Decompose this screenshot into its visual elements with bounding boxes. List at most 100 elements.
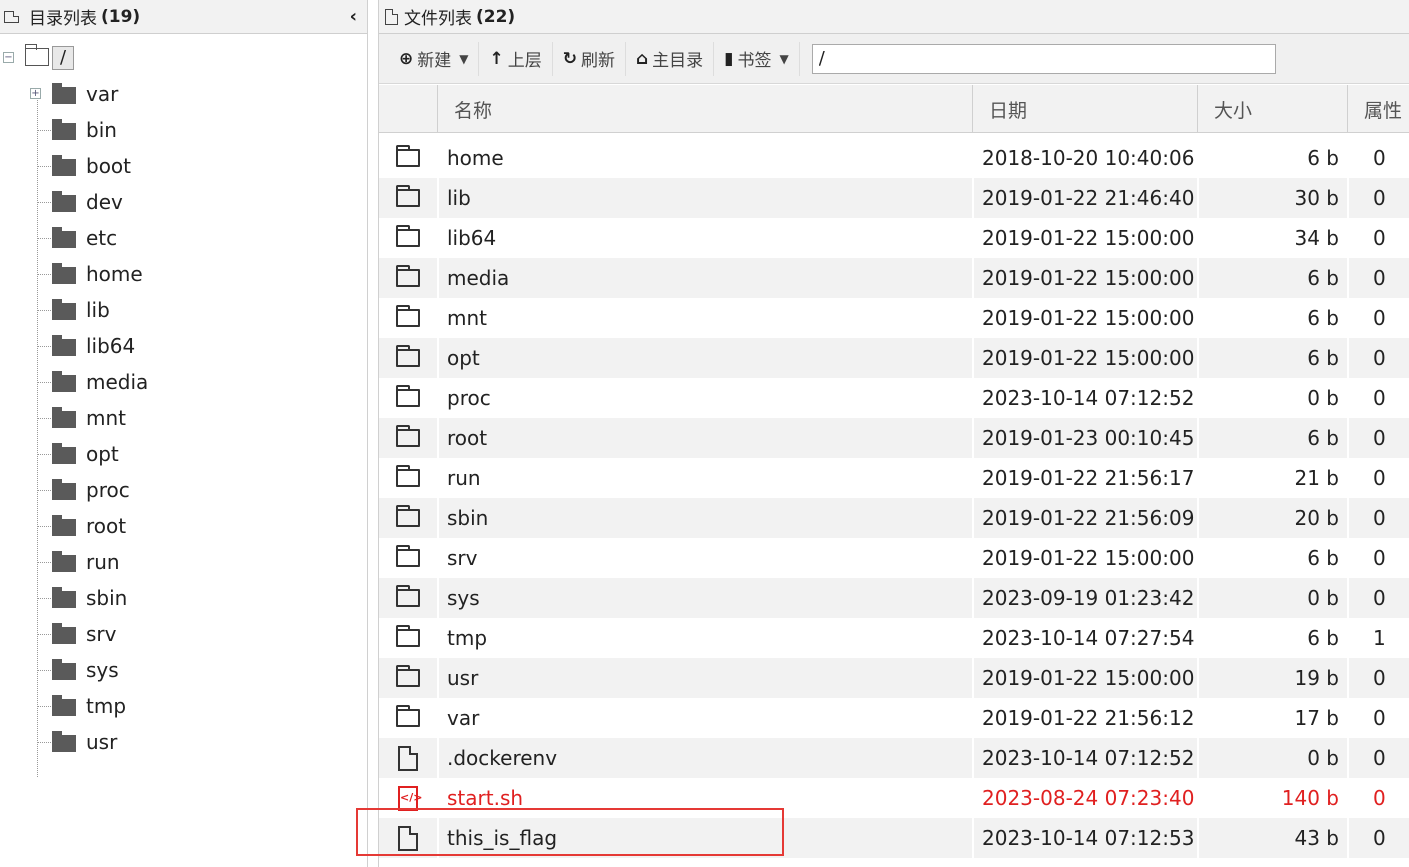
tree-root-label[interactable]: / xyxy=(52,46,74,70)
directory-count: (19) xyxy=(101,6,141,27)
home-button[interactable]: ⌂ 主目录 xyxy=(626,41,715,76)
file-attr: 0 xyxy=(1347,738,1409,778)
directory-panel-header: 目录列表 (19) ‹ xyxy=(0,0,367,34)
file-name[interactable]: srv xyxy=(437,538,972,578)
collapse-toggle-icon[interactable]: − xyxy=(3,52,14,63)
file-name[interactable]: run xyxy=(437,458,972,498)
tree-item-run[interactable]: run xyxy=(0,544,367,580)
folder-outline-icon xyxy=(4,10,19,23)
file-name[interactable]: home xyxy=(437,138,972,178)
file-name[interactable]: sys xyxy=(437,578,972,618)
file-size: 6 b xyxy=(1197,538,1347,578)
file-name[interactable]: start.sh xyxy=(437,778,972,818)
folder-icon xyxy=(52,190,76,212)
folder-icon xyxy=(396,145,420,167)
file-row[interactable]: usr 2019-01-22 15:00:00 19 b0 xyxy=(379,658,1409,698)
tree-item-root[interactable]: root xyxy=(0,508,367,544)
header-name[interactable]: 名称 xyxy=(437,85,972,133)
tree-item-tmp[interactable]: tmp xyxy=(0,688,367,724)
file-name[interactable]: media xyxy=(437,258,972,298)
tree-root[interactable]: − / xyxy=(0,40,367,76)
folder-icon xyxy=(52,694,76,716)
file-name[interactable]: this_is_flag xyxy=(437,818,972,858)
file-attr: 0 xyxy=(1347,578,1409,618)
tree-item-opt[interactable]: opt xyxy=(0,436,367,472)
file-name[interactable]: root xyxy=(437,418,972,458)
file-row[interactable]: mnt 2019-01-22 15:00:00 6 b0 xyxy=(379,298,1409,338)
file-name[interactable]: .dockerenv xyxy=(437,738,972,778)
tree-item-etc[interactable]: etc xyxy=(0,220,367,256)
tree-item-bin[interactable]: bin xyxy=(0,112,367,148)
file-name[interactable]: lib64 xyxy=(437,218,972,258)
up-button-label: 上层 xyxy=(507,51,542,71)
tree-item-var[interactable]: + var xyxy=(0,76,367,112)
tree-item-home[interactable]: home xyxy=(0,256,367,292)
new-button[interactable]: ⊕ 新建 ▼ xyxy=(389,41,480,76)
file-row[interactable]: sys 2023-09-19 01:23:42 0 b0 xyxy=(379,578,1409,618)
bookmark-button[interactable]: ▮ 书签 ▼ xyxy=(714,41,800,76)
header-date[interactable]: 日期 xyxy=(972,85,1197,133)
file-row[interactable]: lib64 2019-01-22 15:00:00 34 b0 xyxy=(379,218,1409,258)
tree-item-label: home xyxy=(86,262,143,286)
tree-item-sbin[interactable]: sbin xyxy=(0,580,367,616)
file-name[interactable]: mnt xyxy=(437,298,972,338)
file-row[interactable]: lib 2019-01-22 21:46:40 30 b0 xyxy=(379,178,1409,218)
file-row[interactable]: media 2019-01-22 15:00:00 6 b0 xyxy=(379,258,1409,298)
tree-connector xyxy=(37,562,51,563)
file-name[interactable]: proc xyxy=(437,378,972,418)
chevron-left-icon[interactable]: ‹ xyxy=(350,6,357,27)
file-row[interactable]: opt 2019-01-22 15:00:00 6 b0 xyxy=(379,338,1409,378)
file-size: 20 b xyxy=(1197,498,1347,538)
folder-icon xyxy=(52,478,76,500)
file-name[interactable]: lib xyxy=(437,178,972,218)
folder-icon xyxy=(52,118,76,140)
folder-icon xyxy=(396,425,420,447)
file-row[interactable]: proc 2023-10-14 07:12:52 0 b0 xyxy=(379,378,1409,418)
tree-connector xyxy=(37,346,51,347)
tree-connector xyxy=(37,310,51,311)
file-row[interactable]: root 2019-01-23 00:10:45 6 b0 xyxy=(379,418,1409,458)
path-input[interactable] xyxy=(811,43,1276,74)
tree-item-label: boot xyxy=(86,154,132,178)
folder-icon xyxy=(396,545,420,567)
tree-item-proc[interactable]: proc xyxy=(0,472,367,508)
file-row[interactable]: tmp 2023-10-14 07:27:54 6 b1 xyxy=(379,618,1409,658)
file-name[interactable]: opt xyxy=(437,338,972,378)
tree-item-dev[interactable]: dev xyxy=(0,184,367,220)
tree-item-lib[interactable]: lib xyxy=(0,292,367,328)
file-name[interactable]: tmp xyxy=(437,618,972,658)
file-name[interactable]: sbin xyxy=(437,498,972,538)
row-icon-cell xyxy=(379,378,437,418)
row-icon-cell xyxy=(379,538,437,578)
tree-item-media[interactable]: media xyxy=(0,364,367,400)
folder-icon xyxy=(396,185,420,207)
tree-item-srv[interactable]: srv xyxy=(0,616,367,652)
header-size[interactable]: 大小 xyxy=(1197,85,1347,133)
expand-toggle-icon[interactable]: + xyxy=(30,88,41,99)
file-row[interactable]: .dockerenv 2023-10-14 07:12:52 0 b0 xyxy=(379,738,1409,778)
tree-item-boot[interactable]: boot xyxy=(0,148,367,184)
file-name[interactable]: var xyxy=(437,698,972,738)
file-attr: 0 xyxy=(1347,818,1409,858)
up-button[interactable]: ↑ 上层 xyxy=(479,41,553,76)
tree-item-lib64[interactable]: lib64 xyxy=(0,328,367,364)
refresh-button[interactable]: ↻ 刷新 xyxy=(553,41,626,76)
file-row[interactable]: home 2018-10-20 10:40:06 6 b0 xyxy=(379,138,1409,178)
file-date: 2019-01-22 21:56:12 xyxy=(972,698,1197,738)
file-row[interactable]: srv 2019-01-22 15:00:00 6 b0 xyxy=(379,538,1409,578)
file-size: 6 b xyxy=(1197,338,1347,378)
tree-item-mnt[interactable]: mnt xyxy=(0,400,367,436)
header-attr[interactable]: 属性 xyxy=(1347,85,1409,133)
file-row[interactable]: run 2019-01-22 21:56:17 21 b0 xyxy=(379,458,1409,498)
file-row[interactable]: </> start.sh 2023-08-24 07:23:40 140 b0 xyxy=(379,778,1409,818)
tree-item-sys[interactable]: sys xyxy=(0,652,367,688)
file-row[interactable]: sbin 2019-01-22 21:56:09 20 b0 xyxy=(379,498,1409,538)
row-icon-cell xyxy=(379,658,437,698)
file-row[interactable]: this_is_flag 2023-10-14 07:12:53 43 b0 xyxy=(379,818,1409,858)
file-date: 2019-01-22 15:00:00 xyxy=(972,218,1197,258)
file-name[interactable]: usr xyxy=(437,658,972,698)
file-row[interactable]: var 2019-01-22 21:56:12 17 b0 xyxy=(379,698,1409,738)
folder-icon xyxy=(52,154,76,176)
tree-item-usr[interactable]: usr xyxy=(0,724,367,760)
folder-icon xyxy=(396,465,420,487)
